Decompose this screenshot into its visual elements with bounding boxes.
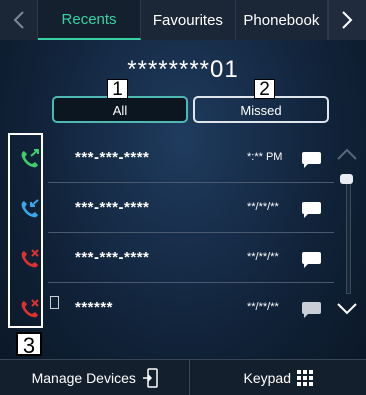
call-row[interactable]: ***-***-**** *:** PM bbox=[10, 133, 334, 183]
manage-devices-button[interactable]: Manage Devices bbox=[0, 360, 191, 395]
tab-phonebook[interactable]: Phonebook bbox=[236, 0, 328, 40]
call-number: ***-***-**** bbox=[75, 149, 150, 166]
scrollbar-thumb[interactable] bbox=[340, 174, 353, 184]
tab-favourites[interactable]: Favourites bbox=[140, 0, 237, 40]
filter-all-button[interactable]: All bbox=[52, 96, 188, 123]
scrollbar-track[interactable] bbox=[346, 176, 351, 294]
next-button[interactable] bbox=[327, 0, 366, 40]
keypad-label: Keypad bbox=[243, 369, 291, 386]
call-time: *:** PM bbox=[247, 151, 283, 163]
filter-missed-button[interactable]: Missed bbox=[193, 96, 329, 123]
chevron-left-icon bbox=[13, 11, 24, 29]
scroll-up-icon[interactable] bbox=[336, 147, 358, 161]
contact-indicator-icon bbox=[50, 296, 59, 309]
filter-missed-label: Missed bbox=[240, 103, 282, 118]
call-type-highlight bbox=[8, 133, 43, 328]
caller-id: ********01 bbox=[127, 56, 239, 83]
call-time: **/**/** bbox=[247, 251, 279, 263]
scroll-down-icon[interactable] bbox=[336, 302, 358, 316]
tab-recents[interactable]: Recents bbox=[38, 0, 141, 40]
annotation-label-1: 1 bbox=[107, 79, 128, 100]
call-number: ****** bbox=[75, 299, 114, 316]
message-icon[interactable] bbox=[302, 302, 321, 318]
call-row[interactable]: ***-***-**** **/**/** bbox=[10, 233, 334, 283]
call-number: ***-***-**** bbox=[75, 249, 150, 266]
call-row[interactable]: ***-***-**** **/**/** bbox=[10, 183, 334, 233]
call-number: ***-***-**** bbox=[75, 199, 150, 216]
call-time: **/**/** bbox=[247, 301, 279, 313]
call-time: **/**/** bbox=[247, 201, 279, 213]
device-phone-icon bbox=[142, 367, 158, 388]
phone-screen: Recents Favourites Phonebook ********01 … bbox=[0, 0, 366, 395]
keypad-button[interactable]: Keypad bbox=[190, 360, 366, 395]
annotation-label-3: 3 bbox=[16, 332, 42, 358]
message-icon[interactable] bbox=[302, 202, 321, 218]
message-icon[interactable] bbox=[302, 152, 321, 168]
bottom-bar: Manage Devices Keypad bbox=[0, 359, 366, 395]
message-icon[interactable] bbox=[302, 252, 321, 268]
tab-bar: Recents Favourites Phonebook bbox=[0, 0, 366, 40]
annotation-label-2: 2 bbox=[254, 79, 275, 100]
filter-all-label: All bbox=[112, 103, 128, 118]
keypad-grid-icon bbox=[296, 369, 313, 386]
previous-button[interactable] bbox=[0, 0, 39, 40]
chevron-right-icon bbox=[342, 11, 353, 29]
manage-devices-label: Manage Devices bbox=[31, 369, 136, 386]
